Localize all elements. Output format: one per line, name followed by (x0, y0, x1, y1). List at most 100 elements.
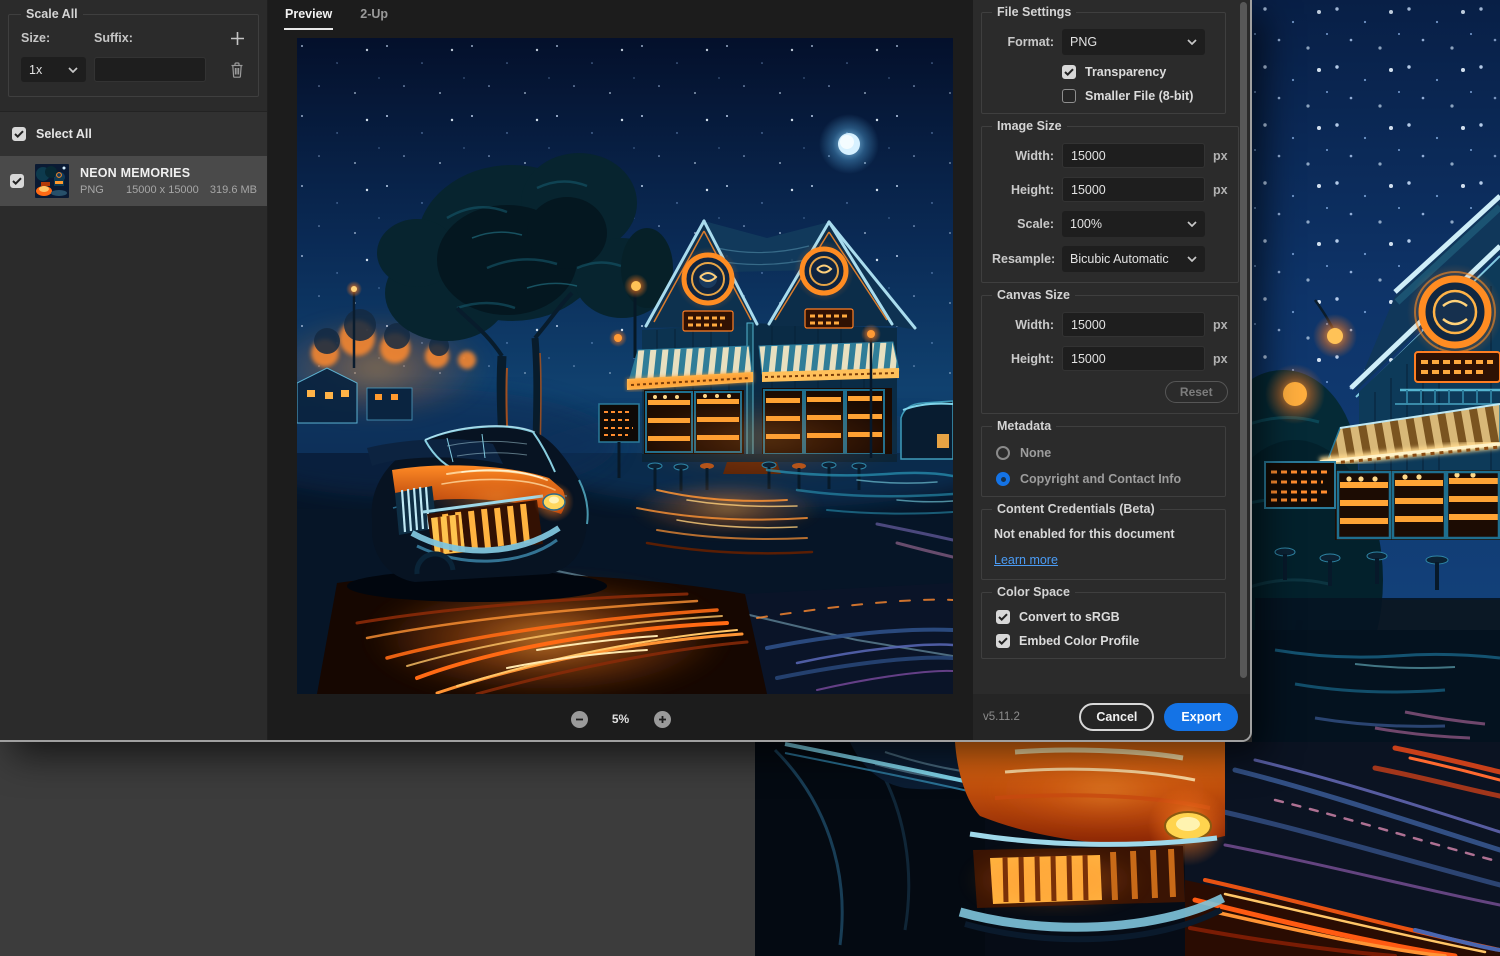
format-label: Format: (1007, 35, 1054, 49)
canvas-width-input[interactable] (1062, 312, 1205, 337)
file-checkbox[interactable] (10, 174, 24, 188)
select-all-row[interactable]: Select All (0, 112, 267, 156)
export-button[interactable]: Export (1164, 703, 1238, 731)
learn-more-link[interactable]: Learn more (994, 553, 1058, 567)
convert-srgb-label: Convert to sRGB (1019, 610, 1120, 624)
cancel-button[interactable]: Cancel (1079, 703, 1155, 731)
zoom-controls: 5% (268, 698, 973, 740)
suffix-input[interactable] (94, 57, 206, 82)
suffix-label: Suffix: (94, 31, 133, 45)
image-size-section: Image Size Width: px Height: px Scale: 1… (981, 119, 1239, 283)
image-width-unit: px (1213, 148, 1228, 163)
chevron-down-icon (68, 66, 78, 73)
file-settings-section: File Settings Format: PNG Transparency S… (981, 5, 1226, 114)
canvas-size-title: Canvas Size (997, 288, 1070, 302)
metadata-title: Metadata (997, 419, 1052, 433)
transparency-checkbox[interactable] (1062, 65, 1076, 79)
resample-label: Resample: (992, 252, 1056, 266)
preview-artwork (297, 38, 953, 694)
preview-tabbar: Preview 2-Up (268, 0, 973, 30)
color-space-title: Color Space (997, 585, 1070, 599)
file-dimensions: 15000 x 15000 (126, 184, 199, 196)
select-all-checkbox[interactable] (12, 127, 26, 141)
convert-srgb-checkbox[interactable] (996, 610, 1010, 624)
file-list: Select All NEON MEMORIES PNG 15000 x 150… (0, 111, 267, 206)
canvas-height-unit: px (1213, 351, 1228, 366)
image-height-unit: px (1213, 182, 1228, 197)
scale-panel: Scale All Size: Suffix: 1x Select All NE… (0, 0, 267, 740)
canvas-height-input[interactable] (1062, 346, 1205, 371)
canvas-size-section: Canvas Size Width: px Height: px Reset (981, 288, 1239, 414)
chevron-down-icon (1187, 221, 1197, 227)
tab-2up[interactable]: 2-Up (359, 1, 389, 30)
file-list-item[interactable]: NEON MEMORIES PNG 15000 x 15000 319.6 MB (0, 156, 267, 206)
color-space-section: Color Space Convert to sRGB Embed Color … (981, 585, 1226, 659)
canvas-width-unit: px (1213, 317, 1228, 332)
scrollbar-thumb[interactable] (1240, 2, 1247, 678)
image-height-label: Height: (1010, 182, 1054, 197)
check-icon (14, 130, 24, 138)
file-format: PNG (80, 184, 104, 196)
scale-size-select[interactable]: 1x (21, 57, 86, 82)
scale-value: 100% (1070, 217, 1102, 231)
content-credentials-section: Content Credentials (Beta) Not enabled f… (981, 502, 1226, 580)
file-thumbnail (35, 164, 69, 198)
plus-icon (230, 31, 244, 45)
screen: Scale All Size: Suffix: 1x Select All NE… (0, 0, 1500, 956)
file-settings-title: File Settings (997, 5, 1072, 19)
select-all-label: Select All (36, 127, 92, 141)
scale-label: Scale: (1017, 217, 1054, 231)
size-label: Size: (21, 31, 51, 45)
embed-profile-label: Embed Color Profile (1019, 634, 1140, 648)
scale-select[interactable]: 100% (1062, 211, 1205, 237)
resample-select[interactable]: Bicubic Automatic (1062, 246, 1205, 272)
canvas-height-label: Height: (1010, 351, 1054, 366)
canvas-width-label: Width: (1015, 317, 1054, 332)
check-icon (998, 613, 1008, 621)
zoom-in-button[interactable] (653, 710, 671, 728)
smaller-file-label: Smaller File (8-bit) (1085, 89, 1194, 103)
preview-pane: Preview 2-Up 5% (267, 0, 973, 740)
check-icon (998, 637, 1008, 645)
version-label: v5.11.2 (983, 711, 1020, 723)
format-value: PNG (1070, 35, 1098, 49)
add-scale-button[interactable] (228, 29, 246, 47)
zoom-level: 5% (611, 712, 630, 726)
delete-scale-button[interactable] (228, 61, 246, 79)
check-icon (12, 177, 22, 185)
minus-icon (575, 718, 583, 720)
image-width-label: Width: (1015, 148, 1054, 163)
zoom-out-button[interactable] (570, 710, 588, 728)
image-width-input[interactable] (1062, 143, 1205, 168)
content-credentials-status: Not enabled for this document (994, 527, 1175, 541)
metadata-copyright-radio[interactable] (996, 472, 1010, 486)
chevron-down-icon (1187, 39, 1197, 45)
plus-icon (658, 715, 666, 723)
preview-stage (268, 30, 973, 698)
tab-preview[interactable]: Preview (284, 1, 334, 30)
chevron-down-icon (1187, 256, 1197, 262)
dialog-footer: v5.11.2 Cancel Export (973, 694, 1250, 740)
trash-icon (231, 61, 243, 78)
image-height-input[interactable] (1062, 177, 1205, 202)
check-icon (1064, 68, 1074, 76)
scale-all-group: Scale All Size: Suffix: 1x (8, 7, 259, 97)
reset-button[interactable]: Reset (1164, 381, 1228, 403)
file-name: NEON MEMORIES (80, 166, 191, 180)
scale-size-value: 1x (29, 62, 43, 77)
image-size-title: Image Size (997, 119, 1062, 133)
file-size: 319.6 MB (209, 184, 257, 196)
format-select[interactable]: PNG (1062, 29, 1205, 55)
file-info: NEON MEMORIES PNG 15000 x 15000 319.6 MB (80, 166, 257, 196)
settings-panel: File Settings Format: PNG Transparency S… (973, 0, 1250, 740)
export-as-dialog: Scale All Size: Suffix: 1x Select All NE… (0, 0, 1252, 742)
metadata-none-radio[interactable] (996, 446, 1010, 460)
resample-value: Bicubic Automatic (1070, 252, 1169, 266)
smaller-file-checkbox[interactable] (1062, 89, 1076, 103)
transparency-label: Transparency (1085, 65, 1167, 79)
metadata-section: Metadata None Copyright and Contact Info (981, 419, 1226, 497)
embed-profile-checkbox[interactable] (996, 634, 1010, 648)
scale-all-title: Scale All (26, 7, 78, 21)
metadata-none-label: None (1020, 446, 1052, 460)
content-credentials-title: Content Credentials (Beta) (997, 502, 1155, 516)
